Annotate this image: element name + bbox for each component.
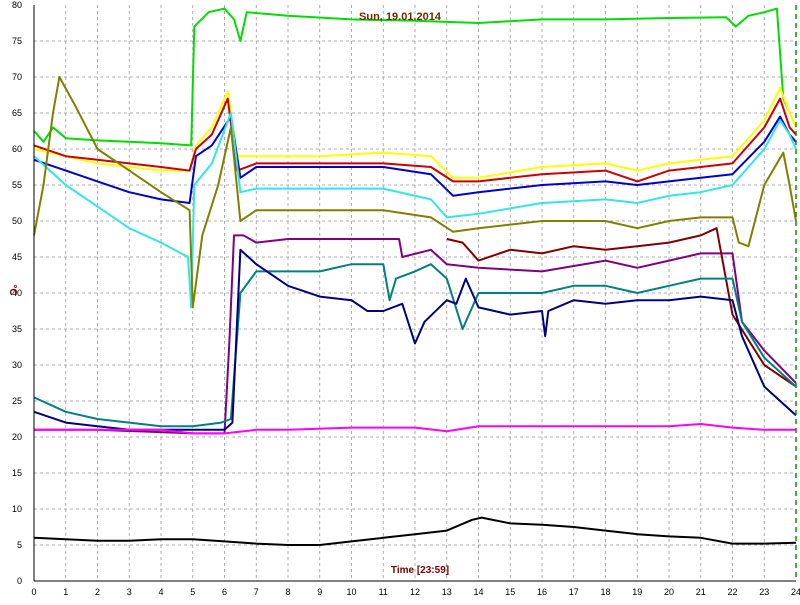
x-tick-label: 13 <box>442 587 452 597</box>
y-tick-label: 20 <box>12 432 22 442</box>
y-tick-label: 5 <box>17 540 22 550</box>
y-tick-label: 35 <box>12 324 22 334</box>
x-tick-label: 10 <box>346 587 356 597</box>
y-axis-label: °C <box>7 284 18 295</box>
y-tick-label: 10 <box>12 504 22 514</box>
x-tick-label: 7 <box>254 587 259 597</box>
y-tick-label: 55 <box>12 180 22 190</box>
x-tick-label: 23 <box>759 587 769 597</box>
x-tick-label: 2 <box>95 587 100 597</box>
x-tick-label: 3 <box>127 587 132 597</box>
x-tick-label: 24 <box>791 587 800 597</box>
x-tick-label: 6 <box>222 587 227 597</box>
x-tick-label: 12 <box>410 587 420 597</box>
x-tick-label: 18 <box>600 587 610 597</box>
y-tick-label: 50 <box>12 216 22 226</box>
y-tick-label: 15 <box>12 468 22 478</box>
y-tick-label: 65 <box>12 108 22 118</box>
x-tick-label: 16 <box>537 587 547 597</box>
x-tick-label: 8 <box>285 587 290 597</box>
series-line <box>33 115 797 204</box>
x-tick-label: 9 <box>317 587 322 597</box>
x-axis-label: Time [23:59] <box>391 565 449 576</box>
chart-title: Sun, 19.01.2014 <box>359 11 442 23</box>
x-tick-label: 20 <box>664 587 674 597</box>
line-chart: 0 1 2 3 4 5 6 7 8 9 10 11 12 13 14 15 16 17 18 19 20 21 22 23 24… <box>7 0 800 597</box>
series-line <box>446 227 797 388</box>
x-tick-label: 4 <box>158 587 163 597</box>
x-ticks: 0 1 2 3 4 5 6 7 8 9 10 11 12 13 14 15 16 17 18 19 20 21 22 23 24 <box>31 587 800 597</box>
y-tick-label: 45 <box>12 252 22 262</box>
y-tick-label: 70 <box>12 72 22 82</box>
x-tick-label: 21 <box>696 587 706 597</box>
x-tick-label: 15 <box>505 587 515 597</box>
x-tick-label: 5 <box>190 587 195 597</box>
x-tick-label: 1 <box>63 587 68 597</box>
y-tick-label: 30 <box>12 360 22 370</box>
x-tick-label: 17 <box>569 587 579 597</box>
y-tick-label: 80 <box>12 0 22 10</box>
x-tick-label: 19 <box>632 587 642 597</box>
x-tick-label: 0 <box>31 587 36 597</box>
x-tick-label: 14 <box>473 587 483 597</box>
x-tick-label: 11 <box>379 587 388 597</box>
y-tick-label: 60 <box>12 144 22 154</box>
grid <box>34 5 796 581</box>
chart-root: 0 1 2 3 4 5 6 7 8 9 10 11 12 13 14 15 16 17 18 19 20 21 22 23 24… <box>0 0 800 600</box>
y-tick-label: 25 <box>12 396 22 406</box>
y-tick-label: 75 <box>12 36 22 46</box>
x-tick-label: 22 <box>727 587 737 597</box>
y-tick-label: 0 <box>17 576 22 586</box>
